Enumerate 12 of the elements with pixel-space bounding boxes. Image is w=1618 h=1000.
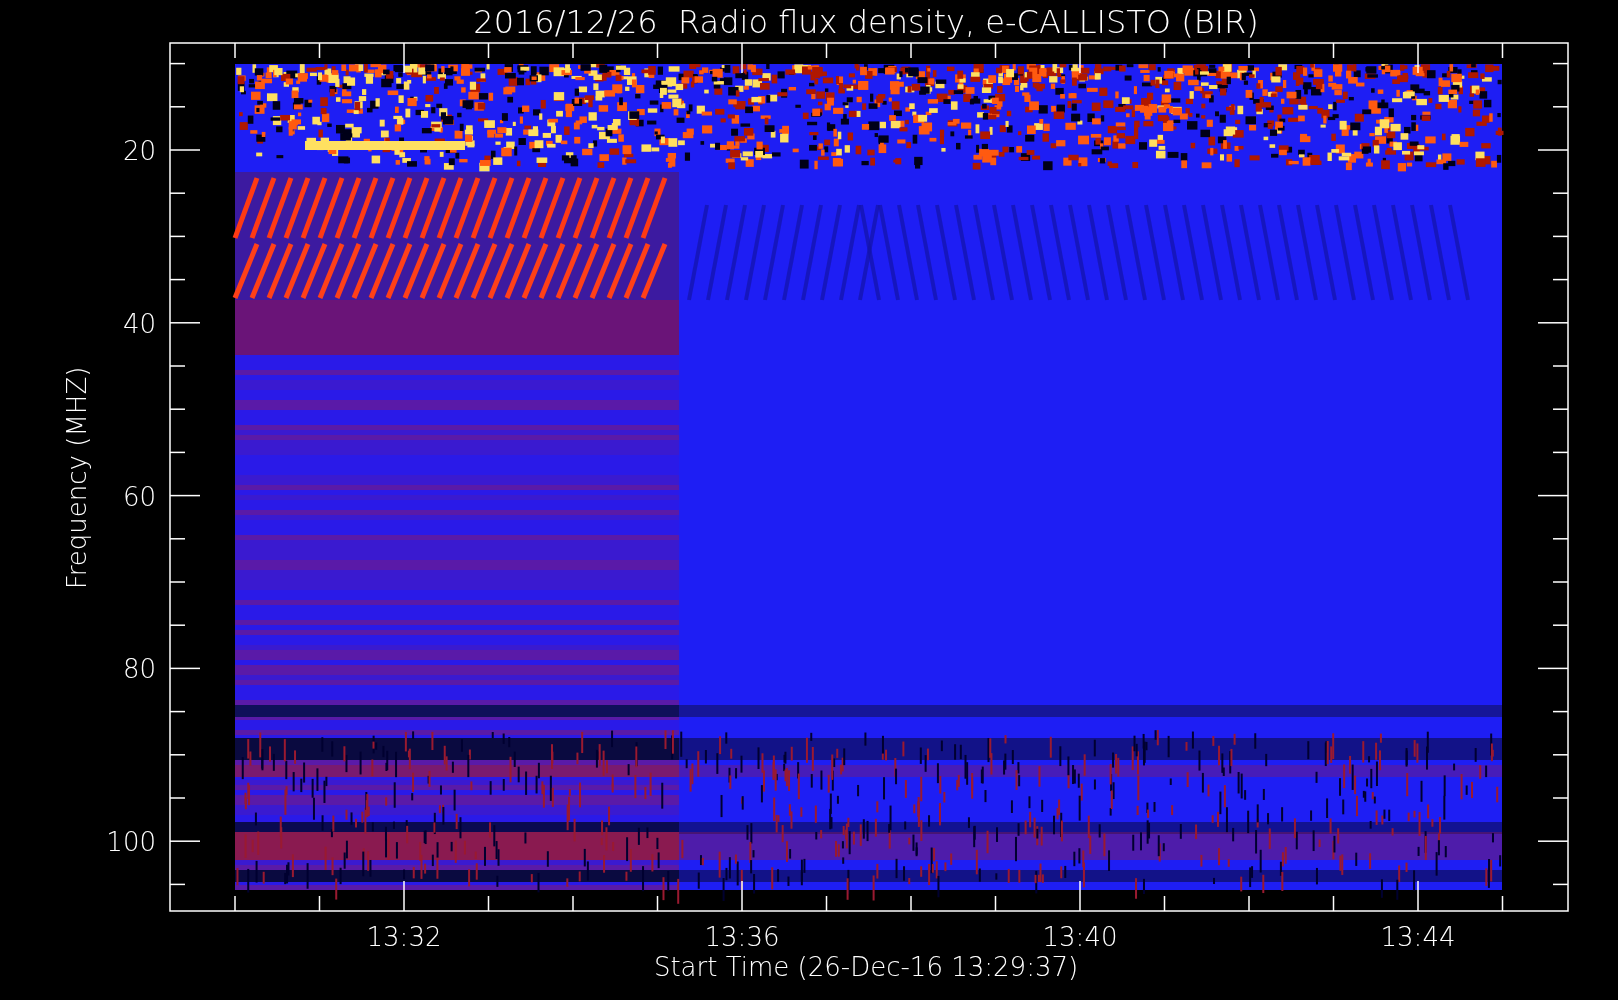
tick-label: 13:32 [366,922,442,952]
tick-label: 80 [122,654,156,685]
axis-label: Frequency (MHZ) [62,366,92,590]
tick-label: 40 [122,308,156,339]
tick-label: 13:44 [1380,922,1456,952]
tick-label: 100 [106,827,156,858]
tick-label: 20 [122,136,156,166]
tick-label: 13:40 [1042,922,1118,952]
tick-label: 13:36 [704,922,780,952]
tick-label: 60 [122,481,156,512]
axis-label: Start Time (26-Dec-16 13:29:37) [653,952,1079,982]
chart-title: 2016/12/26 Radio flux density, e-CALLISTO (BIR) [473,3,1259,41]
